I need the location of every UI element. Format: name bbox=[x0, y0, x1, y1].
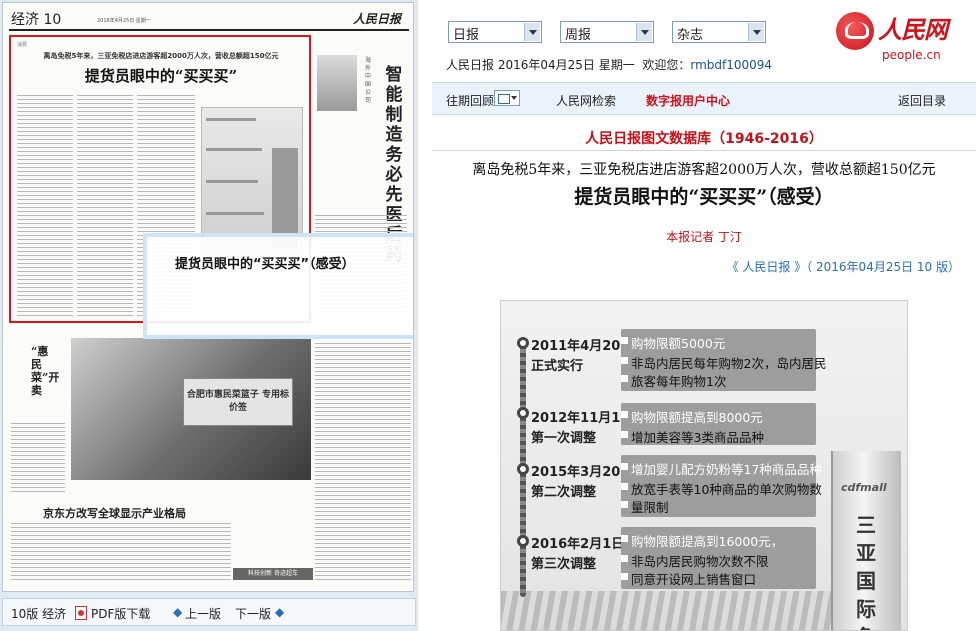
step-item: 放宽手表等10种商品的单次购物数 bbox=[621, 479, 822, 498]
bottom-article-headline[interactable]: 京东方改写全球显示产业格局 bbox=[43, 505, 186, 521]
page-root: 经济 10 2016年4月25日 星期一 人民日报 消费 离岛免税5年来，三亚免… bbox=[0, 0, 976, 631]
daily-select-value: 日报 bbox=[453, 28, 480, 43]
people-logo-icon bbox=[836, 12, 874, 50]
pdf-download-link[interactable]: PDF版下载 bbox=[91, 605, 150, 622]
photo-sign: 合肥市惠民菜篮子 专用标价签 bbox=[183, 378, 293, 426]
timeline-dot bbox=[517, 463, 529, 475]
daily-select[interactable]: 日报 bbox=[448, 21, 542, 43]
pdf-icon[interactable] bbox=[75, 606, 87, 620]
text-column bbox=[17, 95, 73, 319]
nav-digital-center[interactable]: 数字报用户中心 bbox=[646, 92, 730, 109]
step-item: 非岛内居民购物次数不限 bbox=[621, 551, 769, 570]
article-subhead-thumb: 离岛免税5年来，三亚免税店进店游客超2000万人次，营收总额超150亿元 bbox=[43, 52, 279, 60]
step-item: 增加美容等3类商品品种 bbox=[621, 427, 764, 446]
roof-graphic bbox=[501, 591, 831, 630]
user-name: rmbdf100094 bbox=[690, 58, 773, 72]
page-label: 10版 经济 bbox=[11, 607, 67, 621]
logo-name: 人民网 bbox=[878, 15, 948, 44]
store-vertical-sign: 三亚国际免 bbox=[856, 513, 876, 630]
article-hover-popup[interactable]: 提货员眼中的“买买买”（感受） bbox=[143, 233, 413, 339]
vegetable-market-photo: 合肥市惠民菜篮子 专用标价签 bbox=[71, 338, 311, 480]
step-date: 2011年4月20日 bbox=[531, 339, 634, 354]
people-cn-logo[interactable]: 人民网 people.cn bbox=[836, 8, 972, 68]
chevron-down-icon bbox=[748, 23, 764, 41]
nav-search[interactable]: 人民网检索 bbox=[556, 92, 616, 109]
step-item: 同意开设网上销售窗口 bbox=[620, 569, 756, 588]
article-infographic: 2011年4月20日 正式实行 购物限额5000元 非岛内居民每年购物2次，岛内… bbox=[500, 300, 908, 631]
side-kicker: 海外中国公司 bbox=[365, 57, 372, 104]
step-label: 正式实行 bbox=[531, 359, 584, 374]
step-item: 量限制 bbox=[621, 497, 669, 516]
step-date: 2012年11月1日 bbox=[531, 411, 634, 426]
nav-archive[interactable]: 往期回顾 bbox=[446, 92, 494, 109]
divider bbox=[432, 150, 976, 151]
step-item: 购物限额提高到8000元 bbox=[621, 407, 763, 426]
header-date: 2016年4月25日 星期一 bbox=[97, 18, 151, 24]
article-headline-thumb: 提货员眼中的“买买买” bbox=[84, 67, 238, 85]
left-article-headline[interactable]: “惠民菜”开卖 bbox=[31, 345, 59, 397]
step-label: 第二次调整 bbox=[531, 485, 597, 500]
prev-page-link[interactable]: 上一版 bbox=[185, 605, 221, 622]
article-source[interactable]: 《 人民日报 》（ 2016年04月25日 10 版） bbox=[727, 258, 960, 275]
text-column bbox=[11, 423, 65, 493]
timeline-dot bbox=[517, 407, 529, 419]
step-item: 旅客每年购物1次 bbox=[620, 371, 726, 390]
chevron-down-icon bbox=[524, 23, 540, 41]
weekly-select[interactable]: 周报 bbox=[560, 21, 654, 43]
article-subtitle: 离岛免税5年来，三亚免税店进店游客超2000万人次，营收总额超150亿元 bbox=[472, 162, 936, 178]
timeline-dot bbox=[517, 535, 529, 547]
portrait-photo bbox=[317, 55, 357, 111]
epaper-panel: 经济 10 2016年4月25日 星期一 人民日报 消费 离岛免税5年来，三亚免… bbox=[0, 0, 418, 631]
newspaper-page-image[interactable]: 经济 10 2016年4月25日 星期一 人民日报 消费 离岛免税5年来，三亚免… bbox=[2, 2, 414, 592]
chevron-down-icon bbox=[636, 23, 652, 41]
step-label: 第三次调整 bbox=[531, 557, 597, 572]
nav-back[interactable]: 返回目录 bbox=[898, 92, 946, 109]
step-item: 增加婴儿配方奶粉等17种商品品种 bbox=[621, 459, 822, 478]
timeline-dot bbox=[517, 337, 529, 349]
next-page-link[interactable]: 下一版 bbox=[235, 605, 271, 622]
popup-title: 提货员眼中的“买买买”（感受） bbox=[175, 257, 355, 272]
next-arrow-icon: ◆ bbox=[275, 605, 285, 619]
article-panel: 日报 周报 杂志 人民日报 2016年04月25日 星期一 欢迎您：rmbdf1… bbox=[432, 0, 976, 631]
step-date: 2016年2月1日 bbox=[531, 537, 625, 552]
article-kicker: 消费 bbox=[17, 42, 28, 48]
calendar-icon[interactable] bbox=[494, 90, 520, 106]
text-column bbox=[11, 523, 231, 583]
article-byline: 本报记者 丁汀 bbox=[666, 230, 742, 244]
info-line: 人民日报 2016年04月25日 星期一 欢迎您：rmbdf100094 bbox=[446, 56, 772, 73]
text-column bbox=[315, 343, 411, 583]
step-label: 第一次调整 bbox=[531, 431, 597, 446]
top-band: 日报 周报 杂志 人民日报 2016年04月25日 星期一 欢迎您：rmbdf1… bbox=[432, 0, 976, 82]
step-item: 非岛内居民每年购物2次，岛内居民 bbox=[620, 353, 826, 372]
logo-url: people.cn bbox=[882, 48, 941, 62]
paper-date: 人民日报 2016年04月25日 星期一 bbox=[446, 58, 635, 72]
step-date: 2015年3月20日 bbox=[531, 465, 634, 480]
magazine-select-value: 杂志 bbox=[677, 28, 704, 43]
prev-arrow-icon: ◆ bbox=[173, 605, 183, 619]
section-label: 经济 10 bbox=[11, 12, 62, 28]
page-pager: 10版 经济 PDF版下载 ◆ 上一版 下一版 ◆ bbox=[2, 598, 416, 626]
step-item: 购物限额提高到16000元， bbox=[620, 531, 783, 550]
welcome-label: 欢迎您： bbox=[642, 58, 691, 72]
paper-logo: 人民日报 bbox=[352, 12, 401, 26]
store-brand: cdfmall bbox=[841, 481, 887, 494]
step-item: 购物限额5000元 bbox=[620, 333, 725, 352]
bottom-banner: 科技创新 奇迹超车 bbox=[233, 568, 313, 580]
magazine-select[interactable]: 杂志 bbox=[672, 21, 766, 43]
weekly-select-value: 周报 bbox=[565, 28, 592, 43]
newspaper-header: 经济 10 2016年4月25日 星期一 人民日报 bbox=[9, 7, 409, 31]
nav-bar: 往期回顾 人民网检索 数字报用户中心 返回目录 bbox=[432, 82, 976, 115]
database-title: 人民日报图文数据库（1946-2016） bbox=[585, 131, 823, 147]
article-title: 提货员眼中的“买买买”（感受） bbox=[574, 186, 834, 208]
text-column bbox=[77, 95, 133, 319]
